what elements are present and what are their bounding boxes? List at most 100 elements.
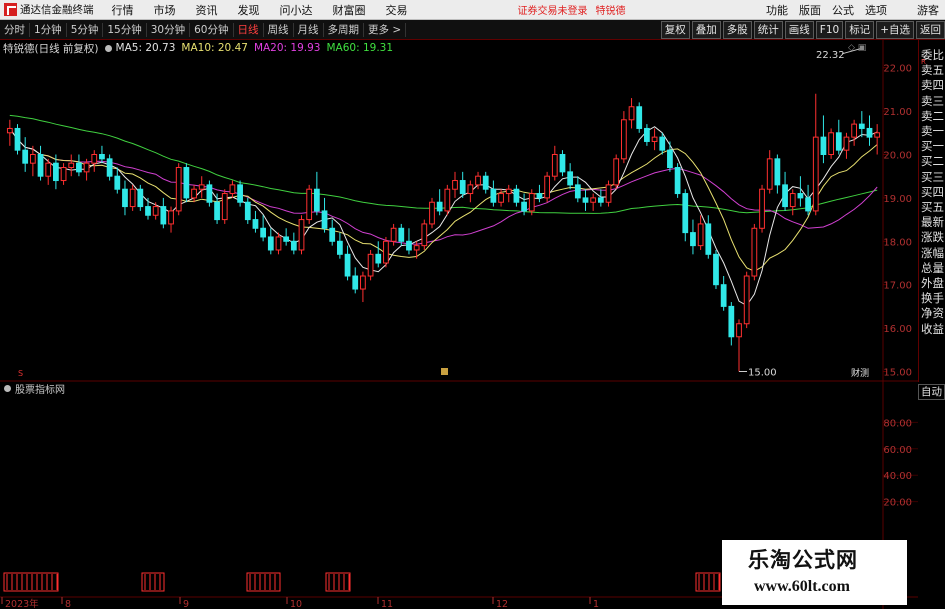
candle (682, 189, 689, 242)
menu-market[interactable]: 市场 (154, 2, 176, 18)
tab-intraday[interactable]: 分时 (0, 23, 30, 37)
sidebar-item[interactable]: 卖一 (919, 124, 945, 139)
sidebar-item[interactable]: 买四 (919, 185, 945, 200)
f10-button[interactable]: F10 (815, 21, 844, 39)
sidebar-item[interactable]: 买五 (919, 200, 945, 215)
candle-body (751, 227, 758, 277)
candle (651, 128, 658, 151)
mark-button[interactable]: 标记 (845, 21, 875, 39)
candle-body (306, 188, 313, 221)
candle (106, 154, 113, 181)
candle-body (206, 184, 213, 203)
menu-options[interactable]: 选项 (865, 2, 887, 18)
candle (728, 302, 735, 346)
candle-body (421, 223, 428, 247)
date-tick-label: 10 (290, 599, 302, 609)
candle-body (674, 167, 681, 195)
candle-body (597, 197, 604, 203)
sidebar-item[interactable]: 最新 (919, 215, 945, 230)
candle (766, 150, 773, 194)
sidebar-item[interactable]: 卖三 (919, 94, 945, 109)
candle-body (375, 253, 382, 264)
low-label: 15.00 (748, 367, 777, 378)
add-watchlist-button[interactable]: +自选 (876, 21, 914, 39)
candle (736, 319, 742, 372)
back-button[interactable]: 返回 (916, 21, 945, 39)
sub-panel-axis: 80.00 60.00 40.00 20.00 (883, 418, 918, 509)
sub-panel-title: 股票指标网 (15, 384, 65, 396)
tab-more[interactable]: 更多 > (364, 23, 407, 37)
candle (429, 197, 435, 229)
sidebar-item[interactable]: 涨跌 (919, 230, 945, 245)
draw-line-button[interactable]: 画线 (784, 21, 814, 39)
tab-multi-period[interactable]: 多周期 (324, 23, 364, 37)
multi-stock-button[interactable]: 多股 (722, 21, 752, 39)
guest-label[interactable]: 游客 (917, 2, 939, 18)
sidebar-item[interactable]: 涨幅 (919, 246, 945, 261)
candle-body (45, 162, 52, 177)
candle (206, 180, 213, 207)
kline-chart[interactable]: 22.00 21.00 20.00 19.00 18.00 17.00 16.00 15.00… (0, 40, 918, 609)
tab-30min[interactable]: 30分钟 (147, 23, 191, 37)
menu-wealth-circle[interactable]: 财富圈 (333, 2, 366, 18)
tab-5min[interactable]: 5分钟 (67, 23, 104, 37)
tab-weekly[interactable]: 周线 (264, 23, 294, 37)
date-tick-label: 1 (593, 599, 599, 609)
tab-monthly[interactable]: 月线 (294, 23, 324, 37)
candle-body (129, 188, 136, 208)
date-axis: 2023年 8 9 10 11 12 1 (1, 597, 599, 609)
sidebar-item[interactable]: 卖二 (919, 109, 945, 124)
menu-formula[interactable]: 公式 (832, 2, 854, 18)
candle-body (628, 106, 635, 121)
candle-body (398, 227, 405, 242)
menu-market-quotes[interactable]: 行情 (112, 2, 134, 18)
candle (720, 276, 727, 311)
candle-body (805, 197, 811, 212)
candle (551, 145, 558, 181)
sidebar-item[interactable]: 买一 (919, 139, 945, 154)
tab-15min[interactable]: 15分钟 (103, 23, 147, 37)
price-tick-label: 17.00 (883, 281, 912, 292)
candle-body (475, 175, 481, 186)
candle-body (843, 136, 850, 151)
candle-body (866, 127, 873, 138)
candle-body (789, 193, 796, 208)
menu-layout[interactable]: 版面 (799, 2, 821, 18)
overlay-button[interactable]: 叠加 (691, 21, 721, 39)
tab-60min[interactable]: 60分钟 (190, 23, 234, 37)
candle-body (183, 167, 190, 199)
candle-body (728, 305, 735, 338)
sidebar-item[interactable]: 收益 (919, 322, 945, 337)
candle (252, 210, 259, 233)
candle-body (812, 136, 819, 212)
sidebar-item[interactable]: 换手 (919, 291, 945, 306)
adjust-button[interactable]: 复权 (660, 21, 690, 39)
trade-login-warning[interactable]: 证券交易未登录 (518, 2, 588, 17)
sidebar-item[interactable]: 净资 (919, 306, 945, 321)
sidebar-item[interactable]: 买三 (919, 170, 945, 185)
sidebar-item[interactable]: 外盘 (919, 276, 945, 291)
candle (406, 228, 412, 255)
sidebar-item[interactable]: 总量 (919, 261, 945, 276)
candle (91, 150, 98, 172)
statistics-button[interactable]: 统计 (753, 21, 783, 39)
sidebar-item[interactable]: 买二 (919, 154, 945, 169)
watermark-url: www.60lt.com (754, 578, 850, 595)
candle-body (53, 162, 59, 182)
menu-news[interactable]: 资讯 (196, 2, 218, 18)
candle (421, 219, 428, 250)
candle-body (574, 184, 581, 199)
sub-panel-settings-icon[interactable] (4, 384, 11, 392)
menu-functions[interactable]: 功能 (766, 2, 788, 18)
sidebar-item[interactable]: 卖四 (919, 78, 945, 93)
candle (644, 124, 650, 146)
date-tick-label: 11 (381, 599, 393, 609)
tab-daily[interactable]: 日线 (234, 23, 264, 37)
tab-1min[interactable]: 1分钟 (30, 23, 67, 37)
menu-ask-xiaoda[interactable]: 问小达 (280, 2, 313, 18)
candle (820, 115, 827, 164)
menu-discover[interactable]: 发现 (238, 2, 260, 18)
candle (743, 271, 750, 329)
auto-button[interactable]: 自动 (918, 384, 945, 400)
menu-trade[interactable]: 交易 (386, 2, 408, 18)
